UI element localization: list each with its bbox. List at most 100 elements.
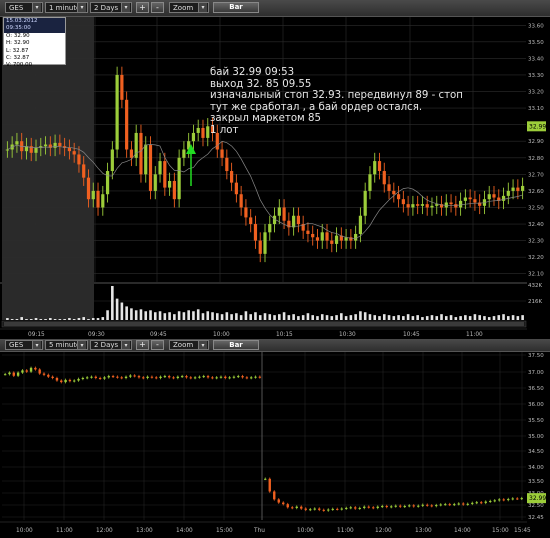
volume-bar [378,316,381,320]
candle-body [411,204,415,208]
y-tick-label: 32.80 [528,156,544,162]
candle-body [58,142,62,147]
candle-body [295,506,298,508]
y-tick-label: 32.70 [528,172,544,178]
candle-body [8,372,11,375]
candle-body [521,185,525,191]
candle-body [430,505,433,507]
x-tick-label: 12:00 [96,528,113,534]
candle-body [300,506,303,509]
candle-body [453,504,456,506]
candle-body [306,230,310,234]
candle-body [144,144,148,175]
x-tick-label: 13:00 [415,528,432,534]
candle-body [401,199,405,205]
volume-axis-label: 432K [528,283,542,289]
volume-bar [68,318,71,320]
x-tick-label: 14:00 [176,528,193,534]
candle-body [416,204,420,206]
volume-bar [106,310,109,320]
x-tick-label: 10:30 [339,332,356,338]
annotation-line: тут же сработал , а бай ордер остался. [210,101,423,113]
candle-body [3,374,7,376]
y-tick-label: 33.30 [528,73,544,79]
candle-body [385,506,388,508]
volume-bar [201,313,205,320]
volume-bar [507,316,510,320]
volume-bar [301,315,305,320]
candle-body [185,376,188,378]
ohlc-volume: V: 700.00 [6,62,33,69]
volume-bar [440,314,443,320]
x-tick-label: 10:15 [276,332,293,338]
volume-bar [359,311,362,320]
candle-body [172,377,175,379]
x-tick-label: 15:45 [514,528,531,534]
volume-bar [492,316,496,320]
volume-bar [139,309,143,320]
volume-bar [196,309,200,320]
volume-bar [316,316,319,320]
candle-body [245,377,249,379]
candle-body [377,161,382,172]
candle-body [110,149,114,172]
volume-bar [363,312,367,320]
volume-bar [430,315,434,320]
volume-bar [344,316,348,320]
candle-body [282,207,286,221]
candle-body [506,190,510,196]
candle-body [146,376,149,378]
candle-body [77,154,81,165]
volume-bar [354,314,357,320]
volume-bar [254,312,257,320]
volume-bar [34,318,38,320]
candle-body [322,509,325,511]
volume-bar [187,310,190,320]
candle-body [215,377,218,379]
volume-bar [406,314,410,320]
volume-bar [120,302,124,320]
volume-bar [182,312,186,320]
candle-body [189,377,192,379]
candle-body [232,376,236,378]
candle-body [277,207,281,216]
volume-bar [91,318,95,320]
price-tag-label: 32.99 [529,123,546,130]
candle-body [311,233,315,238]
candle-body [159,376,162,378]
candle-body [206,126,210,138]
candle-body [376,506,379,508]
volume-bar [311,315,315,320]
candle-body [291,507,294,509]
candle-body [396,194,401,200]
volume-bar [444,316,448,320]
volume-bar [449,315,453,320]
candle-body [98,377,102,379]
y-tick-label: 33.60 [528,23,544,29]
volume-bar [63,319,66,320]
candle-body [268,478,271,492]
candle-body [449,202,453,205]
candle-body [330,240,334,244]
volume-bar [211,312,214,320]
candle-body [268,224,272,233]
candle-body [34,367,37,370]
y-tick-label: 34.50 [528,449,544,455]
candle-body [153,174,157,191]
candle-body [258,376,262,378]
candle-body [258,240,262,254]
candle-body [172,180,176,200]
candle-body [103,377,106,379]
candle-body [86,177,91,200]
x-tick-label: 09:45 [150,332,167,338]
candle-body [334,235,339,244]
volume-bar [397,315,400,320]
candle-body [158,161,162,175]
candle-body [60,380,63,383]
volume-bar [77,318,81,320]
candle-body [457,503,460,505]
candle-body [367,506,370,508]
volume-bar [101,317,105,320]
volume-bar [15,319,19,320]
candle-body [111,376,115,378]
